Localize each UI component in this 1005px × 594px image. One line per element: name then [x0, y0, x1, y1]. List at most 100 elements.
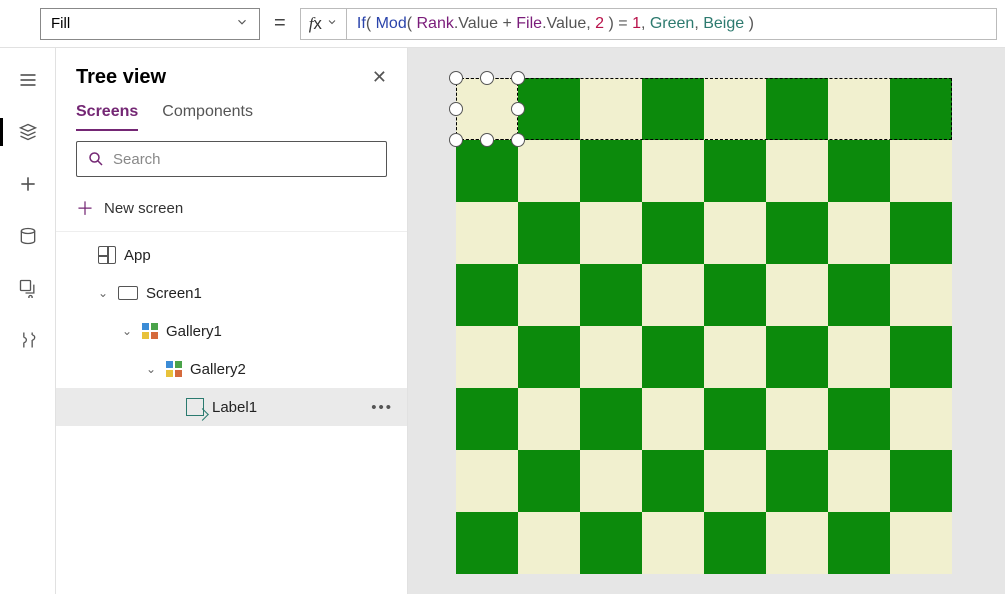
board-square[interactable] — [580, 202, 642, 264]
fx-button[interactable]: fx — [300, 8, 347, 40]
tree-node-label1[interactable]: Label1 ••• — [56, 388, 407, 426]
new-screen-button[interactable]: ＋ New screen — [56, 185, 407, 232]
more-icon[interactable]: ••• — [371, 399, 393, 416]
board-square[interactable] — [580, 264, 642, 326]
left-rail — [0, 48, 56, 594]
board-square[interactable] — [518, 264, 580, 326]
resize-handle[interactable] — [449, 133, 463, 147]
board-square[interactable] — [456, 388, 518, 450]
board-square[interactable] — [456, 326, 518, 388]
property-dropdown[interactable]: Fill — [40, 8, 260, 40]
tree-view-icon[interactable] — [16, 120, 40, 144]
board-square[interactable] — [704, 140, 766, 202]
board-square[interactable] — [580, 512, 642, 574]
board-square[interactable] — [456, 512, 518, 574]
tree-node-gallery1[interactable]: ⌄ Gallery1 — [56, 312, 407, 350]
board-square[interactable] — [828, 264, 890, 326]
board-square[interactable] — [766, 512, 828, 574]
board-square[interactable] — [642, 512, 704, 574]
board-square[interactable] — [704, 512, 766, 574]
board-square[interactable] — [766, 140, 828, 202]
tree-label: App — [124, 247, 151, 264]
board-square[interactable] — [580, 388, 642, 450]
gallery-row-selection[interactable] — [456, 78, 952, 140]
board-square[interactable] — [890, 140, 952, 202]
board-square[interactable] — [642, 326, 704, 388]
board-square[interactable] — [456, 202, 518, 264]
board-square[interactable] — [890, 326, 952, 388]
data-icon[interactable] — [16, 224, 40, 248]
tree-node-screen1[interactable]: ⌄ Screen1 — [56, 274, 407, 312]
board-square[interactable] — [704, 450, 766, 512]
board-square[interactable] — [580, 326, 642, 388]
board-square[interactable] — [642, 264, 704, 326]
board-square[interactable] — [518, 326, 580, 388]
chevron-down-icon[interactable]: ⌄ — [96, 286, 110, 300]
board-square[interactable] — [580, 140, 642, 202]
board-square[interactable] — [518, 450, 580, 512]
board-square[interactable] — [766, 202, 828, 264]
board-square[interactable] — [828, 450, 890, 512]
label-selection[interactable] — [456, 78, 518, 140]
insert-icon[interactable] — [16, 172, 40, 196]
resize-handle[interactable] — [511, 71, 525, 85]
tree-label: Label1 — [212, 399, 257, 416]
board-square[interactable] — [890, 202, 952, 264]
resize-handle[interactable] — [449, 71, 463, 85]
hamburger-icon[interactable] — [16, 68, 40, 92]
resize-handle[interactable] — [480, 71, 494, 85]
board-square[interactable] — [580, 450, 642, 512]
board-square[interactable] — [890, 450, 952, 512]
resize-handle[interactable] — [480, 133, 494, 147]
search-field[interactable] — [113, 151, 376, 168]
board-square[interactable] — [766, 264, 828, 326]
board-square[interactable] — [766, 388, 828, 450]
board-square[interactable] — [766, 450, 828, 512]
board-square[interactable] — [642, 202, 704, 264]
board-square[interactable] — [642, 140, 704, 202]
board-square[interactable] — [704, 326, 766, 388]
close-icon[interactable]: ✕ — [372, 67, 387, 88]
resize-handle[interactable] — [511, 133, 525, 147]
board-square[interactable] — [828, 202, 890, 264]
board-square[interactable] — [704, 264, 766, 326]
board-square[interactable] — [828, 326, 890, 388]
tree-node-gallery2[interactable]: ⌄ Gallery2 — [56, 350, 407, 388]
gallery-icon — [142, 323, 158, 339]
chevron-down-icon[interactable]: ⌄ — [144, 362, 158, 376]
media-icon[interactable] — [16, 276, 40, 300]
board-square[interactable] — [642, 450, 704, 512]
board-square[interactable] — [890, 264, 952, 326]
checkerboard[interactable] — [456, 78, 952, 574]
board-square[interactable] — [456, 264, 518, 326]
canvas[interactable] — [408, 48, 1005, 594]
board-square[interactable] — [890, 388, 952, 450]
chevron-down-icon[interactable]: ⌄ — [120, 324, 134, 338]
board-square[interactable] — [828, 512, 890, 574]
board-square[interactable] — [704, 202, 766, 264]
equals-label: = — [274, 12, 286, 35]
tree-view-panel: Tree view ✕ Screens Components ＋ New scr… — [56, 48, 408, 594]
board-square[interactable] — [766, 326, 828, 388]
new-screen-label: New screen — [104, 200, 183, 217]
board-square[interactable] — [518, 202, 580, 264]
board-square[interactable] — [704, 388, 766, 450]
label-icon — [186, 398, 204, 416]
tree-node-app[interactable]: App — [56, 236, 407, 274]
formula-bar[interactable]: If( Mod( Rank.Value + File.Value, 2 ) = … — [347, 8, 997, 40]
tab-screens[interactable]: Screens — [76, 103, 138, 131]
board-square[interactable] — [828, 140, 890, 202]
board-square[interactable] — [828, 388, 890, 450]
board-square[interactable] — [518, 140, 580, 202]
resize-handle[interactable] — [511, 102, 525, 116]
board-square[interactable] — [518, 388, 580, 450]
tab-components[interactable]: Components — [162, 103, 253, 131]
board-square[interactable] — [518, 512, 580, 574]
board-square[interactable] — [642, 388, 704, 450]
board-square[interactable] — [456, 140, 518, 202]
board-square[interactable] — [456, 450, 518, 512]
tools-icon[interactable] — [16, 328, 40, 352]
search-input[interactable] — [76, 141, 387, 177]
resize-handle[interactable] — [449, 102, 463, 116]
board-square[interactable] — [890, 512, 952, 574]
